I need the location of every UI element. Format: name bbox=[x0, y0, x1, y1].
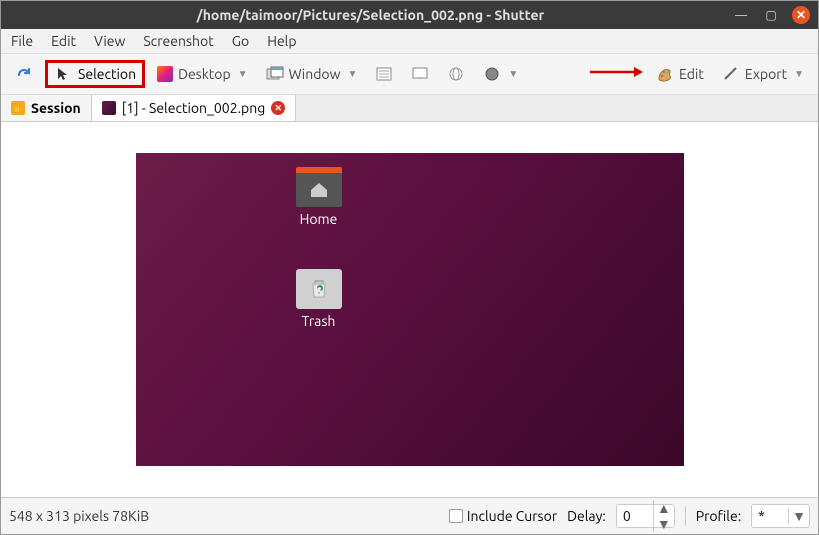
edit-label: Edit bbox=[679, 66, 704, 82]
color-picker-button[interactable]: ▼ bbox=[477, 61, 524, 87]
statusbar: 548 x 313 pixels 78KiB Include Cursor De… bbox=[1, 497, 818, 534]
profile-select[interactable]: * ▼ bbox=[751, 504, 810, 528]
color-picker-icon bbox=[483, 65, 501, 83]
menu-edit[interactable]: Edit bbox=[51, 33, 76, 49]
spinner-down-icon[interactable]: ▼ bbox=[654, 516, 674, 532]
menu-help[interactable]: Help bbox=[267, 33, 296, 49]
menu-file[interactable]: File bbox=[11, 33, 33, 49]
menubar: File Edit View Screenshot Go Help bbox=[1, 29, 818, 54]
menu-capture-icon bbox=[375, 65, 393, 83]
selection-label: Selection bbox=[78, 66, 136, 82]
spinner-buttons[interactable]: ▲ ▼ bbox=[653, 500, 674, 532]
dropdown-arrow-icon[interactable]: ▼ bbox=[788, 508, 809, 524]
window-titlebar: /home/taimoor/Pictures/Selection_002.png… bbox=[1, 1, 818, 29]
session-icon: ✋ bbox=[11, 101, 25, 115]
redo-button[interactable] bbox=[9, 61, 39, 87]
dropdown-arrow-icon[interactable]: ▼ bbox=[794, 68, 804, 80]
spinner-up-icon[interactable]: ▲ bbox=[654, 500, 674, 516]
tab-session-label: Session bbox=[31, 100, 81, 116]
include-cursor-label: Include Cursor bbox=[467, 508, 557, 524]
toolbar: Selection Desktop ▼ Window ▼ ▼ bbox=[1, 54, 818, 95]
desktop-icon-home: Home bbox=[284, 167, 354, 227]
trash-icon bbox=[296, 269, 342, 309]
tab-file-label: [1] - Selection_002.png bbox=[122, 100, 266, 116]
preview-area: Home Trash bbox=[1, 122, 818, 497]
home-label: Home bbox=[284, 211, 354, 227]
file-thumb-icon bbox=[102, 101, 116, 115]
include-cursor-checkbox[interactable]: Include Cursor bbox=[449, 508, 557, 524]
close-tab-button[interactable]: ✕ bbox=[271, 101, 285, 115]
export-icon bbox=[722, 65, 740, 83]
close-button[interactable]: ✕ bbox=[792, 6, 810, 24]
edit-button[interactable]: Edit bbox=[650, 61, 710, 87]
dropdown-arrow-icon[interactable]: ▼ bbox=[508, 68, 518, 80]
home-folder-icon bbox=[296, 167, 342, 207]
image-dimensions: 548 x 313 pixels 78KiB bbox=[9, 508, 439, 524]
dropdown-arrow-icon[interactable]: ▼ bbox=[238, 68, 248, 80]
menu-view[interactable]: View bbox=[94, 33, 125, 49]
tooltip-capture-icon bbox=[411, 65, 429, 83]
window-label: Window bbox=[289, 66, 341, 82]
tooltip-capture-button[interactable] bbox=[405, 61, 435, 87]
minimize-button[interactable]: — bbox=[732, 6, 750, 24]
export-label: Export bbox=[745, 66, 787, 82]
trash-label: Trash bbox=[284, 313, 354, 329]
window-icon bbox=[266, 65, 284, 83]
web-capture-button[interactable] bbox=[441, 61, 471, 87]
palette-icon bbox=[656, 65, 674, 83]
delay-label: Delay: bbox=[567, 508, 606, 524]
tab-session[interactable]: ✋ Session bbox=[1, 95, 92, 121]
selection-button-highlighted[interactable]: Selection bbox=[45, 60, 145, 88]
profile-value: * bbox=[752, 508, 788, 524]
export-button[interactable]: Export ▼ bbox=[716, 61, 810, 87]
screenshot-image: Home Trash bbox=[136, 153, 684, 466]
tab-file[interactable]: [1] - Selection_002.png ✕ bbox=[92, 95, 297, 121]
annotation-arrow bbox=[588, 64, 644, 84]
checkbox-icon bbox=[449, 509, 463, 523]
window-controls: — ▢ ✕ bbox=[732, 6, 810, 24]
window-button[interactable]: Window ▼ bbox=[260, 61, 364, 87]
desktop-icon-trash: Trash bbox=[284, 269, 354, 329]
desktop-label: Desktop bbox=[178, 66, 231, 82]
delay-value[interactable]: 0 bbox=[617, 508, 653, 524]
delay-spinner[interactable]: 0 ▲ ▼ bbox=[616, 504, 675, 528]
cursor-icon bbox=[54, 65, 72, 83]
maximize-button[interactable]: ▢ bbox=[762, 6, 780, 24]
separator bbox=[685, 506, 686, 526]
desktop-icon bbox=[157, 66, 173, 82]
redo-icon bbox=[15, 65, 33, 83]
desktop-button[interactable]: Desktop ▼ bbox=[151, 62, 254, 86]
tab-bar: ✋ Session [1] - Selection_002.png ✕ bbox=[1, 95, 818, 122]
dropdown-arrow-icon[interactable]: ▼ bbox=[347, 68, 357, 80]
menu-go[interactable]: Go bbox=[232, 33, 249, 49]
menu-capture-button[interactable] bbox=[369, 61, 399, 87]
window-title: /home/taimoor/Pictures/Selection_002.png… bbox=[9, 7, 732, 23]
web-capture-icon bbox=[447, 65, 465, 83]
profile-label: Profile: bbox=[696, 508, 741, 524]
menu-screenshot[interactable]: Screenshot bbox=[143, 33, 213, 49]
